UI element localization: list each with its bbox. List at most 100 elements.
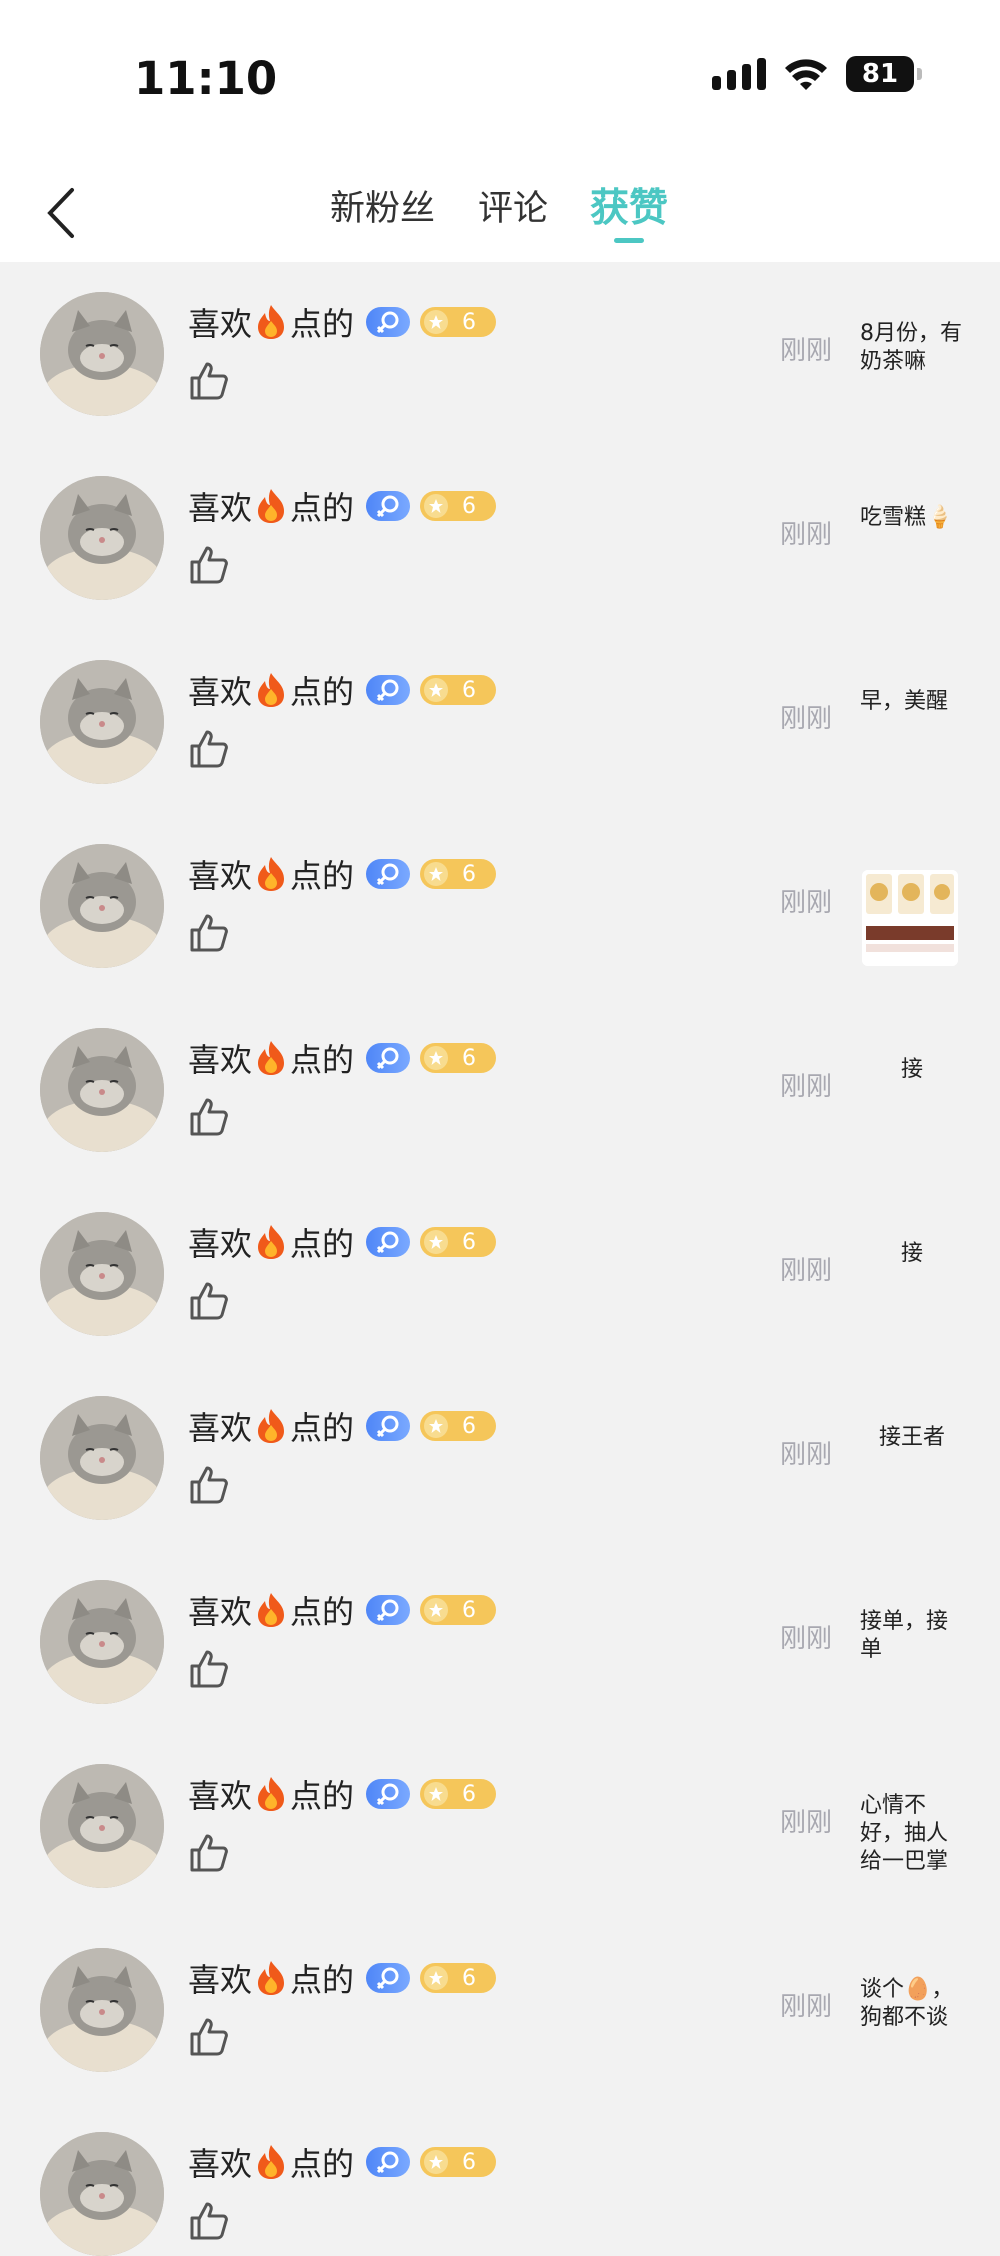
user-name-prefix: 喜欢 <box>188 673 253 711</box>
female-symbol-icon <box>376 2151 399 2174</box>
level-badge: 6 <box>420 1595 497 1625</box>
user-name-prefix: 喜欢 <box>188 857 253 895</box>
user-name-prefix: 喜欢 <box>188 1777 253 1815</box>
liked-comment-text[interactable]: 接单，接单 <box>860 1608 964 1664</box>
tab-comments[interactable]: 评论 <box>478 180 548 231</box>
user-name-prefix: 喜欢 <box>188 1041 253 1079</box>
gender-badge <box>366 307 411 337</box>
list-item[interactable]: 喜欢 点的 6 刚刚 谈个🥚，狗都不谈 <box>0 1918 1000 2102</box>
avatar[interactable] <box>40 1028 164 1152</box>
list-item[interactable]: 喜欢 点的 6 刚刚 8月份，有奶茶嘛 <box>0 262 1000 446</box>
fire-icon <box>258 489 285 523</box>
list-item[interactable]: 喜欢 点的 6 刚刚 早，美醒 <box>0 630 1000 814</box>
liked-post-image-thumbnail[interactable] <box>862 870 958 966</box>
avatar[interactable] <box>40 844 164 968</box>
liked-comment-text[interactable]: 8月份，有奶茶嘛 <box>860 320 964 376</box>
tab-likes[interactable]: 获赞 <box>590 177 668 233</box>
level-badge: 6 <box>420 1411 497 1441</box>
thumbs-up-icon <box>190 730 228 768</box>
avatar[interactable] <box>40 1396 164 1520</box>
gender-badge <box>366 859 411 889</box>
user-name-line: 喜欢 点的 6 <box>188 1774 497 1815</box>
star-icon <box>424 310 449 334</box>
gender-badge <box>366 1779 411 1809</box>
user-name-line: 喜欢 点的 6 <box>188 302 497 343</box>
gender-badge <box>366 491 411 521</box>
user-name-line: 喜欢 点的 6 <box>188 2142 497 2183</box>
avatar[interactable] <box>40 476 164 600</box>
top-bar: 11:10 81 新粉丝 评论 获赞 <box>0 0 1000 262</box>
like-time: 刚刚 <box>780 888 833 918</box>
list-item[interactable]: 喜欢 点的 6 <box>0 2102 1000 2256</box>
star-icon <box>424 862 449 886</box>
cat-avatar-image <box>40 1948 164 2072</box>
level-number: 6 <box>462 493 477 519</box>
user-name-line: 喜欢 点的 6 <box>188 1406 497 1447</box>
avatar[interactable] <box>40 1580 164 1704</box>
avatar[interactable] <box>40 292 164 416</box>
level-badge: 6 <box>420 675 497 705</box>
fire-icon <box>258 1593 285 1627</box>
female-symbol-icon <box>376 495 399 518</box>
level-number: 6 <box>462 1413 477 1439</box>
female-symbol-icon <box>376 1967 399 1990</box>
user-name-suffix: 点的 <box>290 857 355 895</box>
gender-badge <box>366 1595 411 1625</box>
level-number: 6 <box>462 1965 477 1991</box>
fire-icon <box>258 2145 285 2179</box>
user-name-line: 喜欢 点的 6 <box>188 1038 497 1079</box>
liked-comment-text[interactable]: 心情不好，抽人给一巴掌 <box>860 1792 964 1876</box>
cat-avatar-image <box>40 1580 164 1704</box>
avatar[interactable] <box>40 1764 164 1888</box>
fire-icon <box>258 857 285 891</box>
avatar[interactable] <box>40 2132 164 2256</box>
gender-badge <box>366 1227 411 1257</box>
like-time: 刚刚 <box>780 336 833 366</box>
user-name-suffix: 点的 <box>290 2145 355 2183</box>
list-item[interactable]: 喜欢 点的 6 刚刚 接 <box>0 998 1000 1182</box>
list-item[interactable]: 喜欢 点的 6 刚刚 接王者 <box>0 1366 1000 1550</box>
user-name-prefix: 喜欢 <box>188 1961 253 1999</box>
user-name-suffix: 点的 <box>290 1409 355 1447</box>
liked-comment-text[interactable]: 谈个🥚，狗都不谈 <box>860 1976 964 2032</box>
user-name-suffix: 点的 <box>290 305 355 343</box>
liked-comment-text[interactable]: 接王者 <box>860 1424 964 1452</box>
liked-comment-text[interactable]: 早，美醒 <box>860 688 964 716</box>
thumbs-up-icon <box>190 1650 228 1688</box>
list-item[interactable]: 喜欢 点的 6 刚刚 吃雪糕🍦 <box>0 446 1000 630</box>
liked-comment-text[interactable]: 接 <box>860 1240 964 1268</box>
female-symbol-icon <box>376 1047 399 1070</box>
user-name-suffix: 点的 <box>290 1225 355 1263</box>
gender-badge <box>366 2147 411 2177</box>
star-icon <box>424 494 449 518</box>
liked-comment-text[interactable]: 接 <box>860 1056 964 1084</box>
battery-icon: 81 <box>846 56 922 92</box>
list-item[interactable]: 喜欢 点的 6 刚刚 心情不好，抽人给一巴掌 <box>0 1734 1000 1918</box>
list-item[interactable]: 喜欢 点的 6 刚刚 接单，接单 <box>0 1550 1000 1734</box>
level-badge: 6 <box>420 1227 497 1257</box>
level-badge: 6 <box>420 1043 497 1073</box>
level-badge: 6 <box>420 2147 497 2177</box>
level-number: 6 <box>462 1229 477 1255</box>
user-name-suffix: 点的 <box>290 673 355 711</box>
user-name-line: 喜欢 点的 6 <box>188 670 497 711</box>
fire-icon <box>258 305 285 339</box>
thumbs-up-icon <box>190 2018 228 2056</box>
liked-comment-text[interactable]: 吃雪糕🍦 <box>860 504 964 532</box>
tab-new-fans[interactable]: 新粉丝 <box>330 180 435 231</box>
avatar[interactable] <box>40 1948 164 2072</box>
user-name-suffix: 点的 <box>290 1961 355 1999</box>
star-icon <box>424 678 449 702</box>
level-number: 6 <box>462 2149 477 2175</box>
avatar[interactable] <box>40 1212 164 1336</box>
user-name-line: 喜欢 点的 6 <box>188 1958 497 1999</box>
user-name-suffix: 点的 <box>290 1777 355 1815</box>
list-item[interactable]: 喜欢 点的 6 刚刚 <box>0 814 1000 998</box>
level-badge: 6 <box>420 491 497 521</box>
back-arrow-icon[interactable] <box>44 186 78 240</box>
female-symbol-icon <box>376 1231 399 1254</box>
cellular-signal-icon <box>712 58 766 90</box>
list-item[interactable]: 喜欢 点的 6 刚刚 接 <box>0 1182 1000 1366</box>
female-symbol-icon <box>376 1599 399 1622</box>
avatar[interactable] <box>40 660 164 784</box>
